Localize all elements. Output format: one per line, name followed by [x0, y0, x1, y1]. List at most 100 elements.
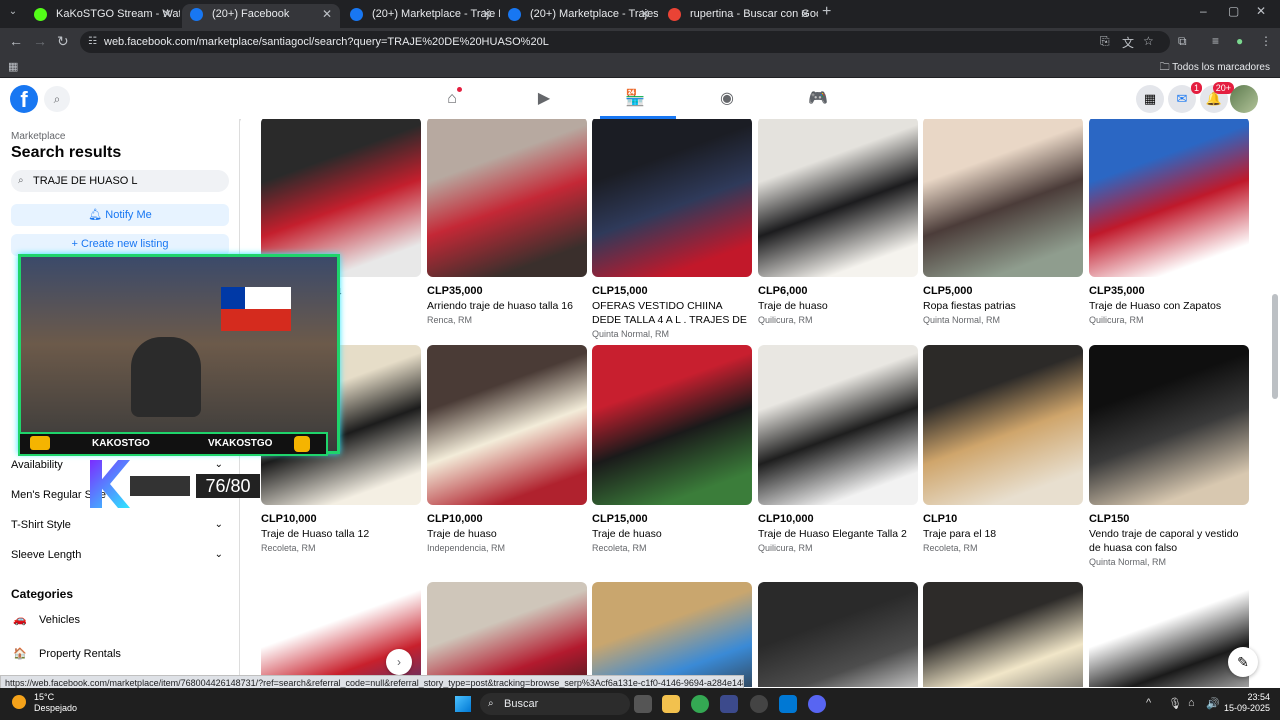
chrome-icon[interactable] [691, 695, 709, 713]
messenger-icon[interactable]: ✉ 1 [1168, 82, 1202, 113]
listing-image [758, 345, 918, 505]
close-icon[interactable]: ✕ [640, 4, 650, 24]
video-icon[interactable]: ▶ [532, 87, 556, 111]
listing-image [758, 582, 918, 687]
all-bookmarks[interactable]: 🗀 Todos los marcadores [1160, 60, 1270, 77]
discord-icon[interactable] [808, 695, 826, 713]
chevron-up-icon[interactable]: ^ [1146, 697, 1151, 709]
listing-card[interactable]: CLP6,000 Traje de huaso Quilicura, RM [758, 119, 918, 325]
minimize-icon[interactable]: – [1200, 4, 1207, 18]
scrollbar-thumb[interactable] [1272, 294, 1278, 399]
app-icon[interactable] [720, 695, 738, 713]
file-explorer-icon[interactable] [662, 695, 680, 713]
category-property-rentals[interactable]: 🏠 Property Rentals [11, 647, 121, 661]
forward-icon[interactable]: → [33, 33, 47, 49]
listing-card[interactable] [592, 582, 752, 687]
listing-card[interactable]: CLP5,000 Ropa fiestas patrias Quinta Norma… [923, 119, 1083, 325]
breadcrumb[interactable]: Marketplace [11, 131, 65, 142]
tab-title: rupertina - Buscar con Google [690, 8, 818, 20]
chile-flag [221, 287, 291, 331]
search-input[interactable]: ⌕ TRAJE DE HUASO L [11, 170, 229, 192]
tab-google[interactable]: rupertina - Buscar con Google ✕ [660, 4, 818, 28]
close-icon[interactable]: ✕ [162, 4, 172, 24]
listing-location: Independencia, RM [427, 543, 506, 553]
maximize-icon[interactable]: ▢ [1228, 4, 1239, 18]
profile-icon[interactable]: ● [1236, 34, 1243, 48]
overlay-left-name: KAKOSTGO [92, 438, 150, 449]
notify-me-button[interactable]: 🔔︎ Notify Me [11, 204, 229, 226]
listing-image [1089, 345, 1249, 505]
listing-card[interactable]: CLP15,000 Traje de huaso Recoleta, RM [592, 345, 752, 553]
category-vehicles[interactable]: 🚗 Vehicles [11, 613, 80, 627]
listing-card[interactable]: CLP10,000 Traje de huaso Independencia, RM [427, 345, 587, 553]
avatar[interactable] [1230, 85, 1258, 113]
weather-widget[interactable]: 15°C Despejado [12, 692, 77, 714]
obs-icon[interactable] [750, 695, 768, 713]
tab-search-icon[interactable]: ⌄ [4, 6, 22, 22]
tab-bar: ⌄ KaKoSTGO Stream - Watch Live ✕ (20+) F… [0, 0, 1280, 28]
marketplace-icon[interactable]: 🏪 [623, 87, 647, 111]
extensions-icon[interactable]: ⧉ [1178, 34, 1187, 49]
store-icon[interactable] [779, 695, 797, 713]
menu-icon[interactable]: ⋮ [1260, 34, 1272, 48]
listing-card[interactable]: CLP15,000 OFERAS VESTIDO CHIINA DEDE TALL… [592, 119, 752, 339]
filter-sleeve-length[interactable]: Sleeve Length ⌄ [11, 549, 229, 561]
listing-image [923, 119, 1083, 277]
chevron-right-icon[interactable]: › [386, 649, 412, 675]
listing-card[interactable]: CLP10 Traje para el 18 Recoleta, RM [923, 345, 1083, 553]
menu-grid-icon[interactable]: ▦ [1136, 85, 1164, 113]
close-icon[interactable]: ✕ [800, 4, 810, 24]
compose-icon[interactable]: ✎ [1228, 647, 1258, 677]
back-icon[interactable]: ← [9, 33, 23, 49]
listing-card[interactable] [923, 582, 1083, 687]
site-info-icon[interactable]: ☷ [88, 31, 97, 53]
windows-start-icon[interactable] [455, 696, 471, 712]
category-label: Vehicles [39, 614, 80, 626]
notifications-icon[interactable]: 🔔 20+ [1200, 82, 1234, 113]
close-window-icon[interactable]: ✕ [1256, 4, 1266, 18]
listing-card[interactable]: CLP150 Vendo traje de caporal y vestido d… [1089, 345, 1249, 567]
chevron-down-icon: ⌄ [214, 519, 223, 530]
search-icon: ⌕ [488, 698, 494, 709]
listing-card[interactable] [1089, 582, 1249, 687]
mic-icon[interactable]: 🎙 [1168, 697, 1182, 710]
home-icon[interactable]: ⌂ [440, 87, 464, 111]
webcam-overlay [18, 254, 340, 454]
media-icon[interactable]: ≡ [1212, 34, 1219, 48]
listing-title: Traje de huaso [758, 300, 828, 312]
install-icon[interactable]: ⎘ [1100, 34, 1110, 49]
translate-icon[interactable]: 文 [1122, 34, 1134, 51]
groups-icon[interactable]: ◉ [715, 87, 739, 111]
overlay-counter: 76/80 [196, 474, 260, 498]
facebook-logo[interactable]: f [10, 85, 38, 113]
tab-facebook[interactable]: (20+) Facebook ✕ [182, 4, 340, 28]
volume-icon[interactable]: 🔊 [1206, 697, 1220, 710]
close-icon[interactable]: ✕ [482, 4, 492, 24]
reload-icon[interactable]: ↻ [57, 33, 69, 50]
close-icon[interactable]: ✕ [322, 4, 332, 24]
network-icon[interactable]: ⌂ [1188, 697, 1195, 709]
create-listing-button[interactable]: + Create new listing [11, 234, 229, 256]
listing-card[interactable]: CLP35,000 Arriendo traje de huaso talla 1… [427, 119, 587, 325]
listing-title: Arriendo traje de huaso talla 16 [427, 300, 573, 312]
search-icon[interactable]: ⌕ [44, 86, 70, 112]
taskbar-search[interactable]: ⌕ Buscar [480, 693, 630, 715]
listing-card[interactable] [427, 582, 587, 687]
apps-icon[interactable]: ▦ [8, 60, 18, 73]
task-view-icon[interactable] [634, 695, 652, 713]
clock[interactable]: 23:54 15-09-2025 [1224, 692, 1270, 714]
listing-card[interactable] [758, 582, 918, 687]
tab-marketplace-2[interactable]: (20+) Marketplace - Trajes de h ✕ [500, 4, 658, 28]
listing-image [923, 582, 1083, 687]
gaming-icon[interactable]: 🎮 [806, 87, 830, 111]
listing-image [1089, 582, 1249, 687]
listing-card[interactable]: CLP10,000 Traje de Huaso Elegante Talla 2… [758, 345, 918, 553]
url-input[interactable]: ☷ web.facebook.com/marketplace/santiagoc… [80, 31, 1170, 53]
listing-card[interactable]: CLP35,000 Traje de Huaso con Zapatos Quili… [1089, 119, 1249, 325]
filter-tshirt-style[interactable]: T-Shirt Style ⌄ [11, 519, 229, 531]
tab-kakostgo[interactable]: KaKoSTGO Stream - Watch Live ✕ [26, 4, 180, 28]
bookmark-star-icon[interactable]: ☆ [1143, 34, 1154, 48]
new-tab-button[interactable]: + [822, 3, 831, 21]
filter-label: T-Shirt Style [11, 519, 71, 531]
tab-marketplace-1[interactable]: (20+) Marketplace - Traje Huaso ✕ [342, 4, 500, 28]
